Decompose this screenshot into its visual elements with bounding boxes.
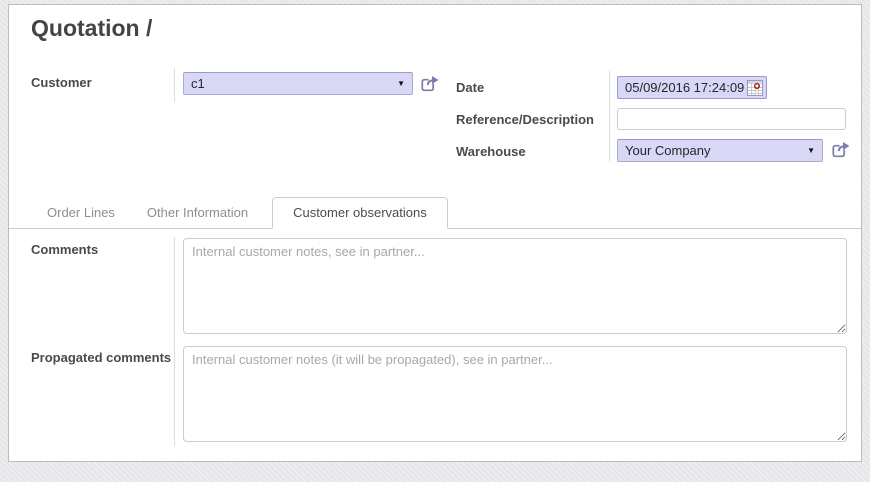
quotation-form: Quotation / Customer c1 ▼ Date Reference…: [8, 4, 862, 462]
reference-input[interactable]: [617, 108, 846, 130]
tab-bar: Order Lines Other Information Customer o…: [9, 197, 861, 229]
comments-label: Comments: [31, 242, 98, 257]
comments-textarea[interactable]: [183, 238, 847, 334]
calendar-icon[interactable]: [746, 79, 764, 97]
date-input[interactable]: 05/09/2016 17:24:09: [617, 76, 767, 99]
date-label: Date: [456, 80, 484, 95]
customer-value: c1: [191, 76, 205, 91]
date-value: 05/09/2016 17:24:09: [625, 80, 744, 95]
page-title: Quotation /: [31, 15, 152, 42]
tab-other-information[interactable]: Other Information: [131, 198, 264, 228]
external-link-icon[interactable]: [830, 139, 851, 160]
warehouse-value: Your Company: [625, 143, 711, 158]
customer-select[interactable]: c1 ▼: [183, 72, 413, 95]
page-background: Quotation / Customer c1 ▼ Date Reference…: [0, 0, 870, 482]
customer-label: Customer: [31, 75, 92, 90]
tab-order-lines[interactable]: Order Lines: [31, 198, 131, 228]
caret-down-icon: ▼: [807, 147, 815, 155]
propagated-comments-textarea[interactable]: [183, 346, 847, 442]
propagated-comments-label: Propagated comments: [31, 350, 171, 365]
warehouse-label: Warehouse: [456, 144, 526, 159]
tab-customer-observations[interactable]: Customer observations: [272, 197, 448, 229]
caret-down-icon: ▼: [397, 80, 405, 88]
external-link-icon[interactable]: [419, 73, 440, 94]
warehouse-select[interactable]: Your Company ▼: [617, 139, 823, 162]
separator: [174, 68, 175, 102]
separator: [174, 237, 175, 446]
reference-label: Reference/Description: [456, 112, 594, 127]
separator: [609, 71, 610, 161]
